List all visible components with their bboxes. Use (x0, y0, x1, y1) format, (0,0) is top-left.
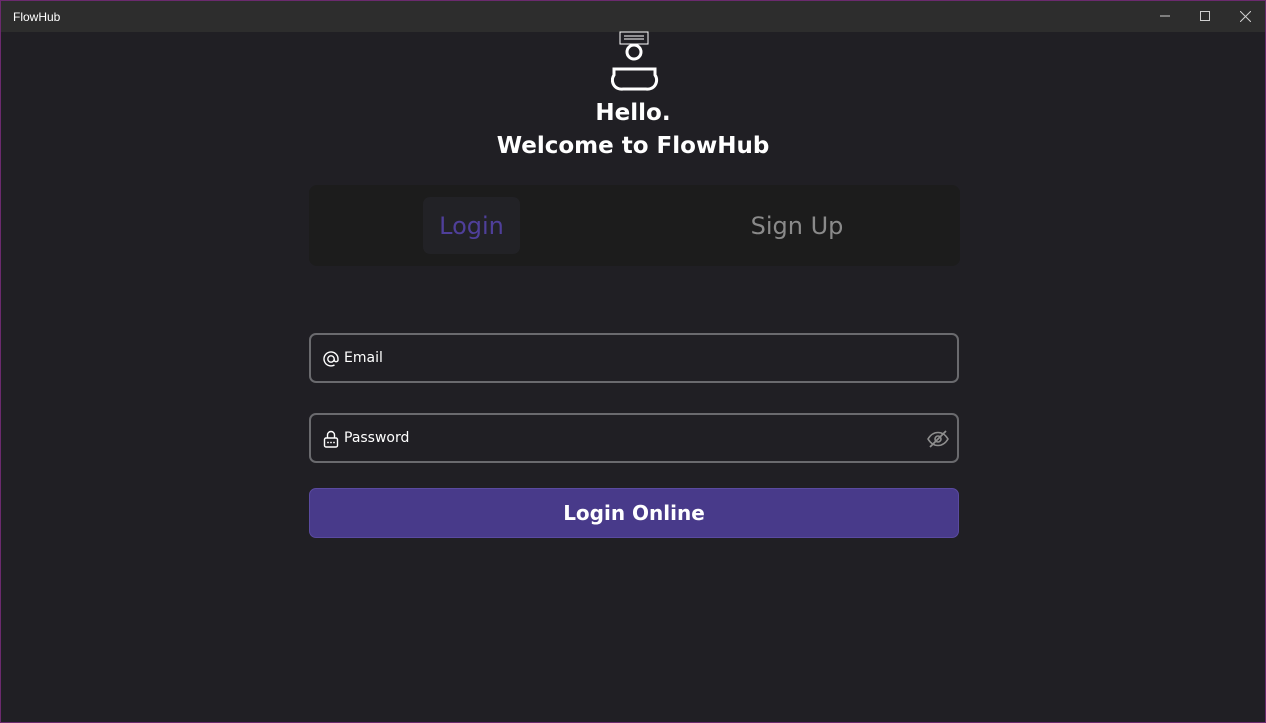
maximize-button[interactable] (1185, 1, 1225, 31)
minimize-icon (1160, 15, 1170, 17)
app-window: FlowHub Hello. Welcome to FlowHub Login … (0, 0, 1266, 723)
maximize-icon (1200, 11, 1210, 21)
login-online-button[interactable]: Login Online (309, 488, 959, 538)
at-icon (321, 349, 341, 369)
user-avatar-icon (611, 31, 659, 91)
greeting-line-2: Welcome to FlowHub (496, 133, 770, 159)
tab-login[interactable]: Login (423, 197, 520, 254)
minimize-button[interactable] (1145, 1, 1185, 31)
title-bar[interactable]: FlowHub (1, 1, 1265, 32)
tab-signup[interactable]: Sign Up (739, 197, 855, 254)
close-icon (1239, 10, 1251, 22)
lock-icon (321, 429, 341, 449)
password-field[interactable]: Password (309, 413, 959, 463)
eye-off-icon[interactable] (927, 429, 949, 449)
close-button[interactable] (1225, 1, 1265, 31)
window-title: FlowHub (13, 10, 61, 24)
greeting-line-1: Hello. (595, 100, 671, 126)
email-field[interactable]: Email (309, 333, 959, 383)
auth-tabs: Login Sign Up (309, 185, 960, 266)
email-placeholder: Email (344, 350, 383, 366)
password-placeholder: Password (344, 430, 410, 446)
